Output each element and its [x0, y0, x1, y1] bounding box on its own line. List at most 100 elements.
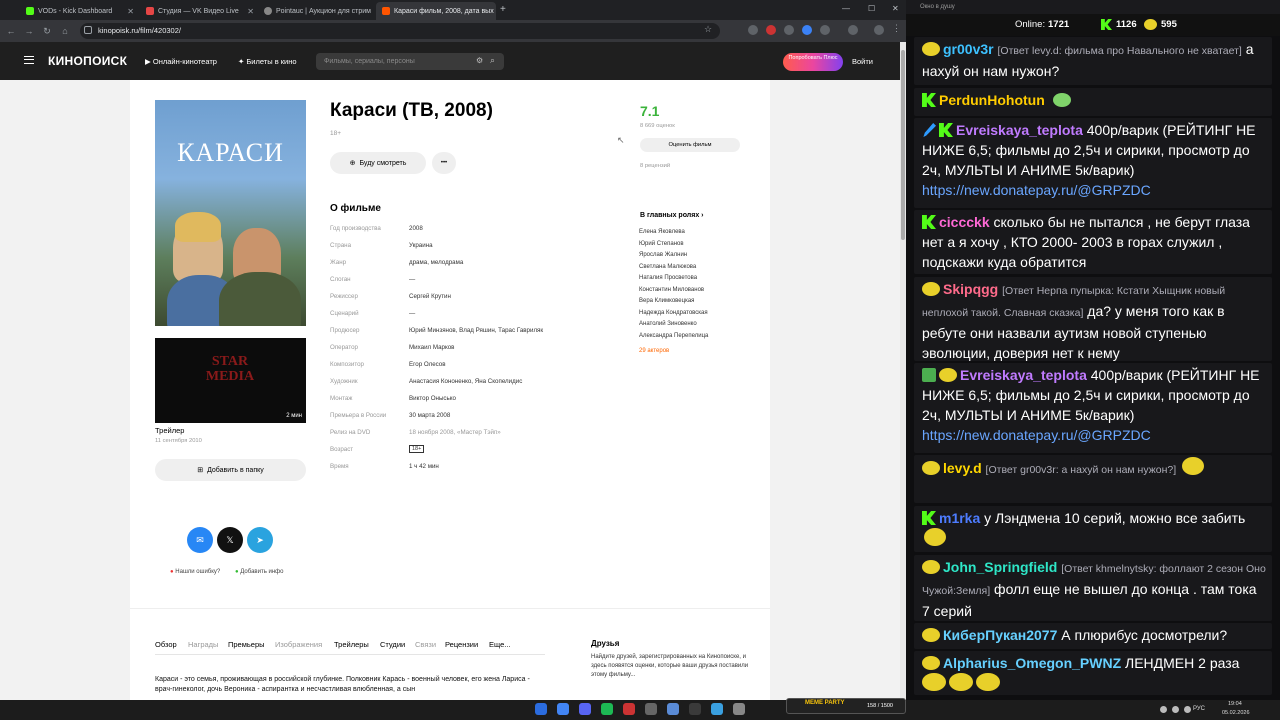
- section-tab[interactable]: Трейлеры: [334, 640, 369, 649]
- maximize-icon[interactable]: ☐: [868, 4, 875, 13]
- taskbar-app-icon[interactable]: [535, 703, 547, 715]
- tab-vk[interactable]: Студия — VK Видео Live ✕: [140, 2, 260, 20]
- section-tab[interactable]: Обзор: [155, 640, 177, 649]
- extensions-puzzle-icon[interactable]: [820, 25, 830, 35]
- clock-date[interactable]: 05.02.2026: [1222, 710, 1250, 716]
- chat-link[interactable]: https://new.donatepay.ru/@GRPZDC: [922, 425, 1266, 445]
- telegram-share-icon[interactable]: ➤: [247, 527, 273, 553]
- close-window-icon[interactable]: ✕: [892, 4, 899, 13]
- taskbar-app-icon[interactable]: [689, 703, 701, 715]
- chat-username[interactable]: Skipqgg: [943, 281, 998, 297]
- cast-member[interactable]: Александра Перепелица: [639, 333, 708, 339]
- minimize-icon[interactable]: —: [842, 4, 850, 13]
- url-bar[interactable]: kinopoisk.ru/film/420302/: [80, 23, 720, 39]
- section-tab[interactable]: Рецензии: [445, 640, 478, 649]
- section-tab[interactable]: Премьеры: [228, 640, 265, 649]
- extension-icon[interactable]: [784, 25, 794, 35]
- rate-film-button[interactable]: Оценить фильм: [640, 138, 740, 152]
- back-icon[interactable]: ←: [4, 24, 18, 38]
- nav-tickets[interactable]: ✦ Билеты в кино: [238, 57, 297, 66]
- section-tab[interactable]: Еще...: [489, 640, 511, 649]
- login-link[interactable]: Войти: [852, 57, 873, 66]
- chat-username[interactable]: PerdunHohotun: [939, 92, 1045, 108]
- cast-member[interactable]: Вера Климковецкая: [639, 298, 694, 304]
- battery-icon[interactable]: [1184, 706, 1191, 713]
- taskbar-app-icon[interactable]: [601, 703, 613, 715]
- taskbar-app-icon[interactable]: [711, 703, 723, 715]
- extension-icon[interactable]: [766, 25, 776, 35]
- tab-kinopoisk[interactable]: Караси фильм, 2008, дата вых✕: [376, 2, 496, 20]
- trailer-label[interactable]: Трейлер: [155, 426, 184, 435]
- wifi-icon[interactable]: [1160, 706, 1167, 713]
- cast-member[interactable]: Надежда Кондратовская: [639, 310, 708, 316]
- home-icon[interactable]: ⌂: [58, 24, 72, 38]
- report-error-link[interactable]: ● Нашли ошибку?: [170, 569, 220, 575]
- taskbar-app-icon[interactable]: [579, 703, 591, 715]
- hamburger-menu-icon[interactable]: [24, 56, 34, 64]
- vk-share-icon[interactable]: ✉: [187, 527, 213, 553]
- cast-member[interactable]: Наталия Просветова: [639, 275, 697, 281]
- tab-pointauc[interactable]: Pointauc | Аукцион для стрим✕: [258, 2, 376, 20]
- cast-member[interactable]: Константин Милованов: [639, 287, 704, 293]
- cast-member[interactable]: Елена Яковлева: [639, 229, 685, 235]
- detail-row: Монтаж Виктор Онысько: [330, 395, 620, 406]
- chat-link[interactable]: https://new.donatepay.ru/@GRPZDC: [922, 180, 1266, 200]
- chat-username[interactable]: John_Springfield: [943, 559, 1057, 575]
- section-tab[interactable]: Студии: [380, 640, 405, 649]
- language-indicator[interactable]: РУС: [1193, 706, 1205, 712]
- clock-time[interactable]: 19:04: [1228, 701, 1242, 707]
- reviews-count[interactable]: 8 рецензий: [640, 163, 670, 169]
- site-logo[interactable]: КИНОПОИСК: [48, 54, 127, 68]
- section-tab[interactable]: Награды: [188, 640, 218, 649]
- chat-username[interactable]: m1rka: [939, 510, 980, 526]
- chat-username[interactable]: КиберПукан2077: [943, 627, 1057, 643]
- try-plus-button[interactable]: Попробовать Плюс: [783, 53, 843, 71]
- tab-kick[interactable]: VODs - Kick Dashboard ✕: [20, 2, 140, 20]
- add-info-link[interactable]: ● Добавить инфо: [235, 569, 283, 575]
- close-icon[interactable]: ✕: [247, 7, 254, 16]
- section-tab[interactable]: Изображения: [275, 640, 322, 649]
- extension-icon[interactable]: [748, 25, 758, 35]
- chat-username[interactable]: levy.d: [943, 460, 982, 476]
- cast-heading[interactable]: В главных ролях ›: [640, 212, 704, 219]
- more-options-button[interactable]: •••: [432, 152, 456, 174]
- extension-icon[interactable]: [802, 25, 812, 35]
- search-icon[interactable]: ⌕: [490, 55, 495, 66]
- section-tab[interactable]: Связи: [415, 640, 436, 649]
- cast-member[interactable]: Ярослав Жалнин: [639, 252, 687, 258]
- subscriber-emote-icon: [922, 282, 940, 296]
- bookmark-star-icon[interactable]: ☆: [704, 24, 712, 35]
- meme-party-widget[interactable]: MEME PARTY 158 / 1500: [786, 698, 906, 714]
- taskbar-app-icon[interactable]: [645, 703, 657, 715]
- chat-username[interactable]: Evreiskaya_teplota: [956, 122, 1083, 138]
- taskbar-app-icon[interactable]: [733, 703, 745, 715]
- scrollbar-thumb[interactable]: [901, 50, 905, 240]
- reload-icon[interactable]: ↻: [40, 24, 54, 38]
- new-tab-icon[interactable]: +: [500, 4, 506, 15]
- watch-later-button[interactable]: ⊕ Буду смотреть: [330, 152, 426, 174]
- chat-username[interactable]: Evreiskaya_teplota: [960, 367, 1087, 383]
- filter-icon[interactable]: ⚙: [476, 56, 483, 65]
- chat-username[interactable]: gr00v3r: [943, 41, 994, 57]
- trailer-thumbnail[interactable]: STAR MEDIA 2 мин: [155, 338, 306, 423]
- nav-online-cinema[interactable]: ▶ Онлайн-кинотеатр: [145, 57, 217, 66]
- site-info-icon[interactable]: [84, 26, 92, 34]
- taskbar-app-icon[interactable]: [623, 703, 635, 715]
- volume-icon[interactable]: [1172, 706, 1179, 713]
- cast-member[interactable]: Светлана Малюкова: [639, 264, 696, 270]
- film-poster[interactable]: КАРАСИ: [155, 100, 306, 326]
- download-icon[interactable]: [848, 25, 858, 35]
- x-share-icon[interactable]: 𝕏: [217, 527, 243, 553]
- chat-username[interactable]: Alpharius_Omegon_PWNZ: [943, 655, 1121, 671]
- forward-icon[interactable]: →: [22, 24, 36, 38]
- add-to-folder-button[interactable]: ⊞ Добавить в папку: [155, 459, 306, 481]
- taskbar-app-icon[interactable]: [557, 703, 569, 715]
- close-icon[interactable]: ✕: [127, 7, 134, 16]
- taskbar-app-icon[interactable]: [667, 703, 679, 715]
- chat-username[interactable]: ciccckk: [939, 214, 990, 230]
- cast-member[interactable]: Анатолий Зиновенко: [639, 321, 697, 327]
- cast-more-link[interactable]: 29 актеров: [639, 348, 669, 354]
- profile-icon[interactable]: [874, 25, 884, 35]
- cast-member[interactable]: Юрий Степанов: [639, 241, 684, 247]
- menu-dots-icon[interactable]: ⋮: [892, 23, 901, 34]
